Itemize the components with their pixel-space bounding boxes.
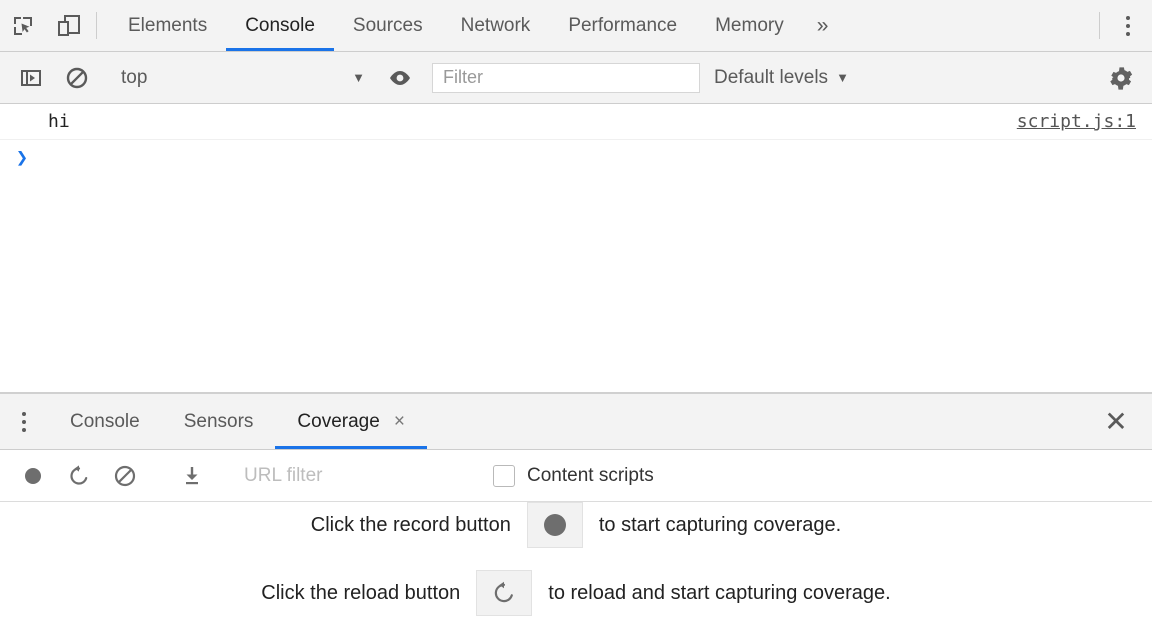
devtools-main-tabbar: Elements Console Sources Network Perform… (0, 0, 1152, 52)
console-toolbar: top ▼ Default levels ▼ (0, 52, 1152, 104)
console-message-row[interactable]: hi script.js:1 (0, 104, 1152, 140)
kebab-dot (22, 428, 26, 432)
tab-network-label: Network (461, 15, 531, 37)
hint-record-suffix: to start capturing coverage. (599, 514, 841, 537)
hint-reload-prefix: Click the reload button (261, 582, 460, 605)
clear-coverage-icon[interactable] (102, 464, 148, 488)
tab-elements[interactable]: Elements (109, 0, 226, 51)
toolbar-divider (96, 12, 97, 39)
drawer-tab-sensors[interactable]: Sensors (162, 394, 276, 449)
tab-sources-label: Sources (353, 15, 423, 37)
console-output-area: hi script.js:1 ❯ (0, 104, 1152, 394)
reload-button-icon[interactable] (476, 570, 532, 616)
url-filter-input[interactable] (236, 462, 466, 490)
coverage-empty-state: Click the record button to start capturi… (0, 502, 1152, 638)
kebab-dot (1126, 24, 1130, 28)
chevron-down-icon: ▼ (352, 70, 365, 85)
tab-memory-label: Memory (715, 15, 784, 37)
drawer-tab-coverage-label: Coverage (297, 411, 379, 433)
more-tabs-chevron-icon[interactable]: » (803, 0, 843, 51)
console-filter-input[interactable] (432, 63, 700, 93)
coverage-hint-reload: Click the reload button to reload and st… (261, 570, 890, 616)
console-sidebar-toggle-icon[interactable] (8, 66, 54, 90)
drawer-more-options-icon[interactable] (0, 394, 48, 449)
more-tabs-glyph: » (817, 14, 829, 38)
settings-gear-icon[interactable] (1098, 65, 1144, 91)
content-scripts-checkbox[interactable]: Content scripts (487, 465, 654, 487)
main-tab-list: Elements Console Sources Network Perform… (109, 0, 803, 51)
console-prompt-arrow-icon: ❯ (16, 146, 28, 168)
kebab-dot (22, 420, 26, 424)
tab-performance[interactable]: Performance (549, 0, 696, 51)
close-drawer-icon[interactable]: ✕ (1080, 394, 1152, 449)
console-message-source-link[interactable]: script.js:1 (1017, 111, 1136, 132)
more-options-icon[interactable] (1104, 0, 1152, 51)
drawer-tabbar: Console Sensors Coverage × ✕ (0, 394, 1152, 450)
drawer-tab-coverage[interactable]: Coverage × (275, 394, 427, 449)
tab-memory[interactable]: Memory (696, 0, 803, 51)
close-icon[interactable]: × (394, 411, 405, 433)
clear-console-icon[interactable] (54, 66, 100, 90)
export-icon[interactable] (169, 464, 215, 488)
tab-sources[interactable]: Sources (334, 0, 442, 51)
record-dot (544, 514, 566, 536)
console-message-text: hi (48, 111, 70, 132)
log-levels-dropdown[interactable]: Default levels ▼ (700, 67, 863, 89)
tab-network[interactable]: Network (442, 0, 550, 51)
hint-record-prefix: Click the record button (311, 514, 511, 537)
coverage-hint-record: Click the record button to start capturi… (311, 502, 841, 548)
checkbox-box[interactable] (493, 465, 515, 487)
hint-reload-suffix: to reload and start capturing coverage. (548, 582, 890, 605)
drawer-tabbar-spacer (427, 394, 1080, 449)
chevron-down-icon: ▼ (836, 70, 849, 85)
kebab-dot (1126, 16, 1130, 20)
tab-performance-label: Performance (568, 15, 677, 37)
toolbar-divider-right (1099, 12, 1100, 39)
coverage-toolbar: Content scripts (0, 450, 1152, 502)
device-toolbar-icon[interactable] (46, 0, 92, 51)
console-empty-space (0, 174, 1152, 392)
tabbar-spacer (842, 0, 1095, 51)
console-prompt-row[interactable]: ❯ (0, 140, 1152, 174)
log-levels-label: Default levels (714, 67, 828, 89)
execution-context-label: top (121, 67, 147, 89)
drawer-tab-console[interactable]: Console (48, 394, 162, 449)
tab-console-label: Console (245, 15, 315, 37)
drawer-tab-console-label: Console (70, 411, 140, 433)
drawer-tab-sensors-label: Sensors (184, 411, 254, 433)
live-expression-eye-icon[interactable] (377, 65, 423, 91)
tab-elements-label: Elements (128, 15, 207, 37)
kebab-dot (1126, 32, 1130, 36)
reload-button-icon[interactable] (56, 464, 102, 488)
execution-context-select[interactable]: top ▼ (109, 67, 377, 89)
record-button-icon[interactable] (10, 464, 56, 488)
devtools-drawer: Console Sensors Coverage × ✕ (0, 394, 1152, 638)
content-scripts-label: Content scripts (527, 465, 654, 487)
kebab-dot (22, 412, 26, 416)
tab-console[interactable]: Console (226, 0, 334, 51)
inspect-element-icon[interactable] (0, 0, 46, 51)
record-button-icon[interactable] (527, 502, 583, 548)
